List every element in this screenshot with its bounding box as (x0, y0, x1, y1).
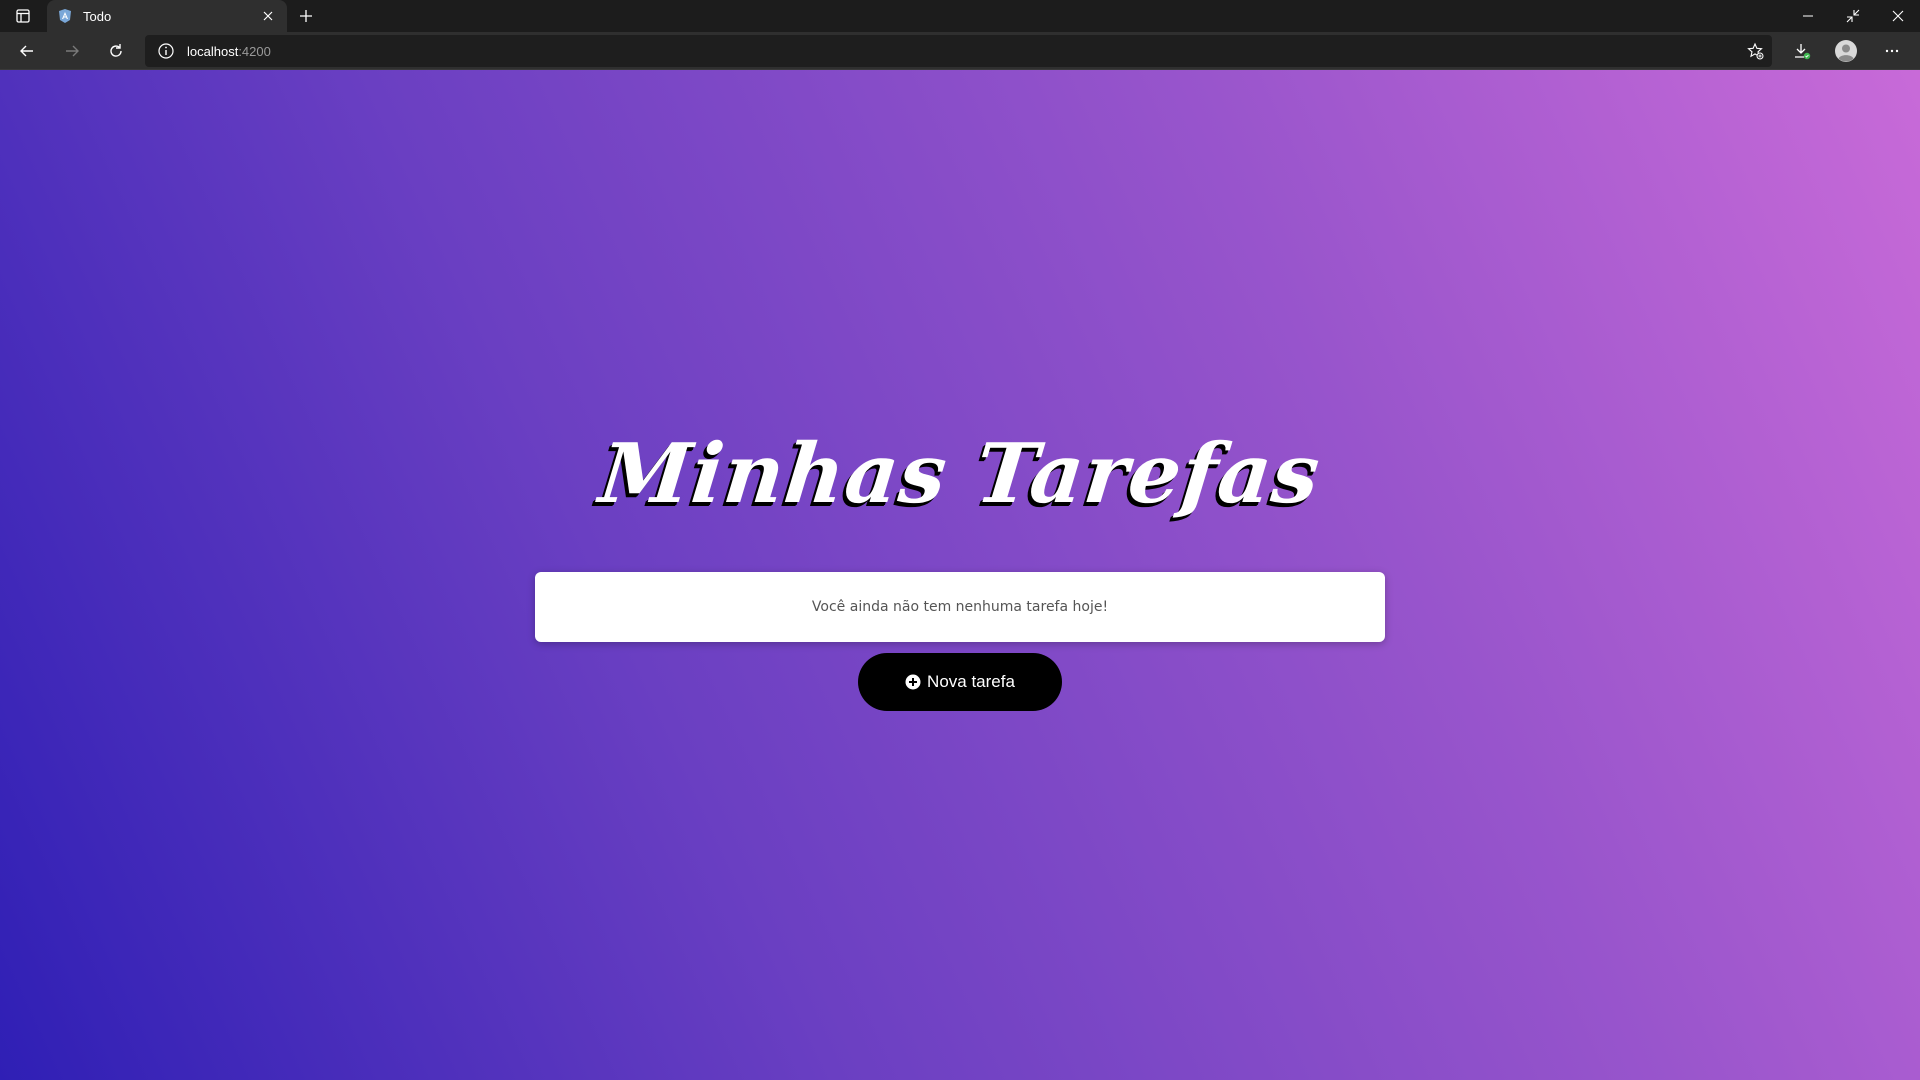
new-task-label: Nova tarefa (927, 672, 1015, 691)
minimize-icon[interactable] (1785, 0, 1830, 32)
url-host: localhost (187, 43, 239, 59)
back-arrow-icon[interactable] (11, 35, 43, 67)
close-icon[interactable] (259, 7, 277, 25)
task-list-card: Você ainda não tem nenhuma tarefa hoje! (535, 572, 1385, 642)
new-task-button[interactable]: Nova tarefa (858, 653, 1062, 711)
angular-favicon-icon (57, 8, 73, 24)
info-icon[interactable] (157, 42, 175, 60)
address-bar[interactable]: localhost:4200 (145, 35, 1772, 67)
reload-icon[interactable] (100, 35, 132, 67)
avatar-icon[interactable] (1830, 35, 1862, 67)
star-add-icon[interactable] (1746, 42, 1764, 60)
url-port: :4200 (238, 43, 271, 59)
empty-state-message: Você ainda não tem nenhuma tarefa hoje! (811, 599, 1109, 615)
forward-arrow-icon[interactable] (56, 35, 88, 67)
browser-titlebar (0, 0, 1920, 32)
page-title: Minhas Tarefas (595, 426, 1325, 522)
plus-icon (300, 10, 312, 22)
window-controls (1785, 0, 1920, 32)
more-icon[interactable] (1876, 35, 1908, 67)
download-icon[interactable] (1786, 35, 1818, 67)
sidebar-toggle-icon[interactable] (0, 0, 46, 32)
restore-icon[interactable] (1830, 0, 1875, 32)
new-tab-button[interactable] (294, 4, 318, 28)
plus-circle-icon (905, 674, 921, 690)
close-window-icon[interactable] (1875, 0, 1920, 32)
browser-toolbar: localhost:4200 (0, 32, 1920, 70)
page-viewport: Minhas Tarefas Você ainda não tem nenhum… (0, 70, 1920, 1080)
browser-tab-todo[interactable]: Todo (47, 0, 287, 32)
tab-title: Todo (83, 8, 112, 24)
